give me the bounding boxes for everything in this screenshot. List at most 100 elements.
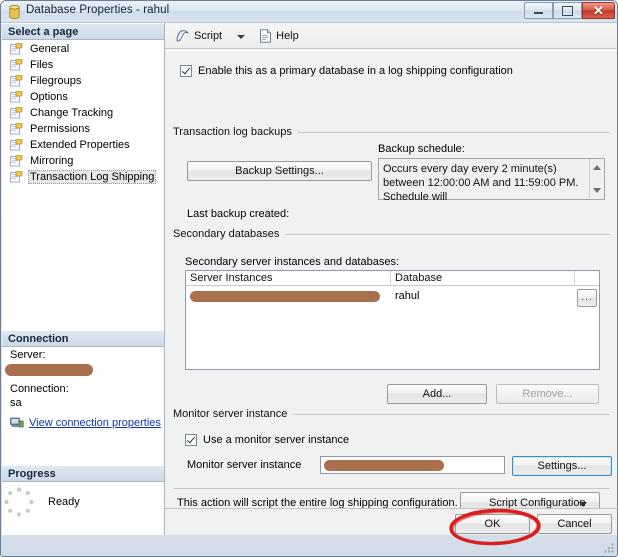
use-monitor-label: Use a monitor server instance: [203, 434, 350, 446]
title-bar: Database Properties - rahul ✕: [1, 1, 617, 23]
enable-primary-db-checkbox[interactable]: [180, 65, 192, 77]
enable-primary-db-label: Enable this as a primary database in a l…: [198, 65, 513, 77]
last-backup-created-label: Last backup created:: [187, 208, 290, 220]
page-icon: [10, 59, 23, 71]
close-icon: ✕: [593, 3, 604, 18]
help-icon: [260, 28, 272, 43]
monitor-instance-row: Monitor server instance Settings...: [187, 456, 612, 476]
log-shipping-form: Enable this as a primary database in a l…: [165, 50, 617, 514]
script-dropdown-button[interactable]: [226, 26, 249, 46]
remove-button: Remove...: [496, 384, 599, 404]
sidebar-item-label: Extended Properties: [30, 139, 130, 151]
browse-secondary-button[interactable]: ...: [577, 289, 597, 307]
monitor-server-title: Monitor server instance: [173, 408, 294, 420]
schedule-scrollbar[interactable]: [589, 159, 604, 199]
column-header-server-instances: Server Instances: [186, 271, 391, 285]
maximize-button[interactable]: [553, 2, 582, 19]
sidebar-item-label: Mirroring: [30, 155, 74, 167]
sidebar: Select a page General Files Filegroups O…: [2, 23, 165, 535]
grid-header-row: Server Instances Database: [186, 271, 599, 286]
sidebar-item-general[interactable]: General: [2, 41, 164, 57]
cancel-button[interactable]: Cancel: [537, 514, 612, 534]
view-connection-properties-link[interactable]: View connection properties: [29, 417, 161, 429]
page-icon: [10, 155, 23, 167]
page-icon: [10, 107, 23, 119]
connection-properties-icon: [10, 417, 24, 428]
use-monitor-checkbox[interactable]: [185, 434, 197, 446]
minimize-button[interactable]: [524, 2, 553, 19]
secondary-grid-label: Secondary server instances and databases…: [185, 256, 400, 268]
column-header-database: Database: [391, 271, 575, 285]
monitor-server-group: Monitor server instance: [173, 408, 610, 420]
window-title: Database Properties - rahul: [26, 4, 170, 16]
select-page-header: Select a page: [2, 23, 164, 40]
scroll-up-icon[interactable]: [593, 165, 601, 170]
page-icon: [10, 123, 23, 135]
connection-info: Server: Connection: sa View connection p…: [2, 348, 164, 429]
enable-primary-db-checkbox-row[interactable]: Enable this as a primary database in a l…: [180, 65, 513, 77]
database-value: rahul: [395, 290, 420, 302]
sidebar-item-label: General: [30, 43, 70, 55]
chevron-down-icon: [579, 502, 587, 507]
connection-header: Connection: [2, 330, 164, 347]
close-button[interactable]: ✕: [582, 2, 615, 19]
help-label: Help: [276, 29, 299, 42]
secondary-databases-title: Secondary databases: [173, 228, 286, 240]
table-row[interactable]: rahul ...: [186, 286, 599, 311]
sidebar-item-mirroring[interactable]: Mirroring: [2, 153, 164, 169]
monitor-instance-input[interactable]: [320, 456, 505, 474]
script-label: Script: [194, 29, 223, 42]
sidebar-item-label: Options: [30, 91, 68, 103]
page-icon: [10, 43, 23, 55]
sidebar-item-label: Change Tracking: [30, 107, 114, 119]
server-instance-value-redacted: [190, 291, 380, 302]
page-icon: [10, 91, 23, 103]
chevron-down-icon: [237, 34, 246, 39]
maximize-icon: [554, 3, 581, 18]
monitor-instance-value-redacted: [324, 460, 444, 471]
sidebar-item-change-tracking[interactable]: Change Tracking: [2, 105, 164, 121]
connection-user: sa: [10, 397, 22, 409]
backup-schedule-text: Occurs every day every 2 minute(s) betwe…: [383, 163, 579, 203]
sidebar-item-label: Transaction Log Shipping: [28, 170, 157, 184]
server-value-redacted: [5, 364, 93, 376]
toolbar: Script Help: [165, 23, 617, 49]
sidebar-item-extended-properties[interactable]: Extended Properties: [2, 137, 164, 153]
view-connection-properties-row[interactable]: View connection properties: [2, 416, 164, 429]
progress-info: Ready: [2, 485, 164, 519]
dialog-footer: OK Cancel: [165, 508, 617, 535]
backup-settings-button[interactable]: Backup Settings...: [187, 161, 372, 181]
resize-grip[interactable]: [603, 542, 615, 554]
page-icon: [10, 139, 23, 151]
transaction-log-backups-title: Transaction log backups: [173, 126, 298, 138]
ok-button[interactable]: OK: [455, 514, 530, 534]
page-icon: [10, 171, 23, 183]
monitor-instance-label: Monitor server instance: [187, 459, 302, 471]
script-icon: [176, 29, 189, 42]
dialog-content: Select a page General Files Filegroups O…: [2, 23, 617, 535]
scroll-down-icon[interactable]: [593, 188, 601, 193]
script-action-divider: [173, 488, 610, 489]
sidebar-item-label: Permissions: [30, 123, 90, 135]
sidebar-item-options[interactable]: Options: [2, 89, 164, 105]
sidebar-item-files[interactable]: Files: [2, 57, 164, 73]
help-button[interactable]: Help: [255, 26, 303, 46]
database-icon: [9, 5, 20, 19]
transaction-log-backups-group: Transaction log backups: [173, 126, 610, 138]
sidebar-item-transaction-log-shipping[interactable]: Transaction Log Shipping: [2, 169, 164, 185]
backup-schedule-box: Occurs every day every 2 minute(s) betwe…: [378, 158, 605, 203]
page-icon: [10, 75, 23, 87]
connection-label: Connection:: [10, 383, 69, 395]
progress-status: Ready: [48, 496, 80, 508]
use-monitor-checkbox-row[interactable]: Use a monitor server instance: [185, 434, 349, 446]
add-button[interactable]: Add...: [387, 384, 487, 404]
backup-schedule-label: Backup schedule:: [378, 143, 465, 155]
secondary-databases-grid[interactable]: Server Instances Database rahul ...: [185, 270, 600, 370]
database-properties-dialog: Database Properties - rahul ✕ Select a p…: [0, 0, 618, 557]
progress-header: Progress: [2, 465, 164, 482]
script-button[interactable]: Script: [171, 26, 226, 46]
sidebar-item-filegroups[interactable]: Filegroups: [2, 73, 164, 89]
server-label: Server:: [10, 349, 46, 361]
settings-button[interactable]: Settings...: [512, 456, 612, 476]
sidebar-item-permissions[interactable]: Permissions: [2, 121, 164, 137]
